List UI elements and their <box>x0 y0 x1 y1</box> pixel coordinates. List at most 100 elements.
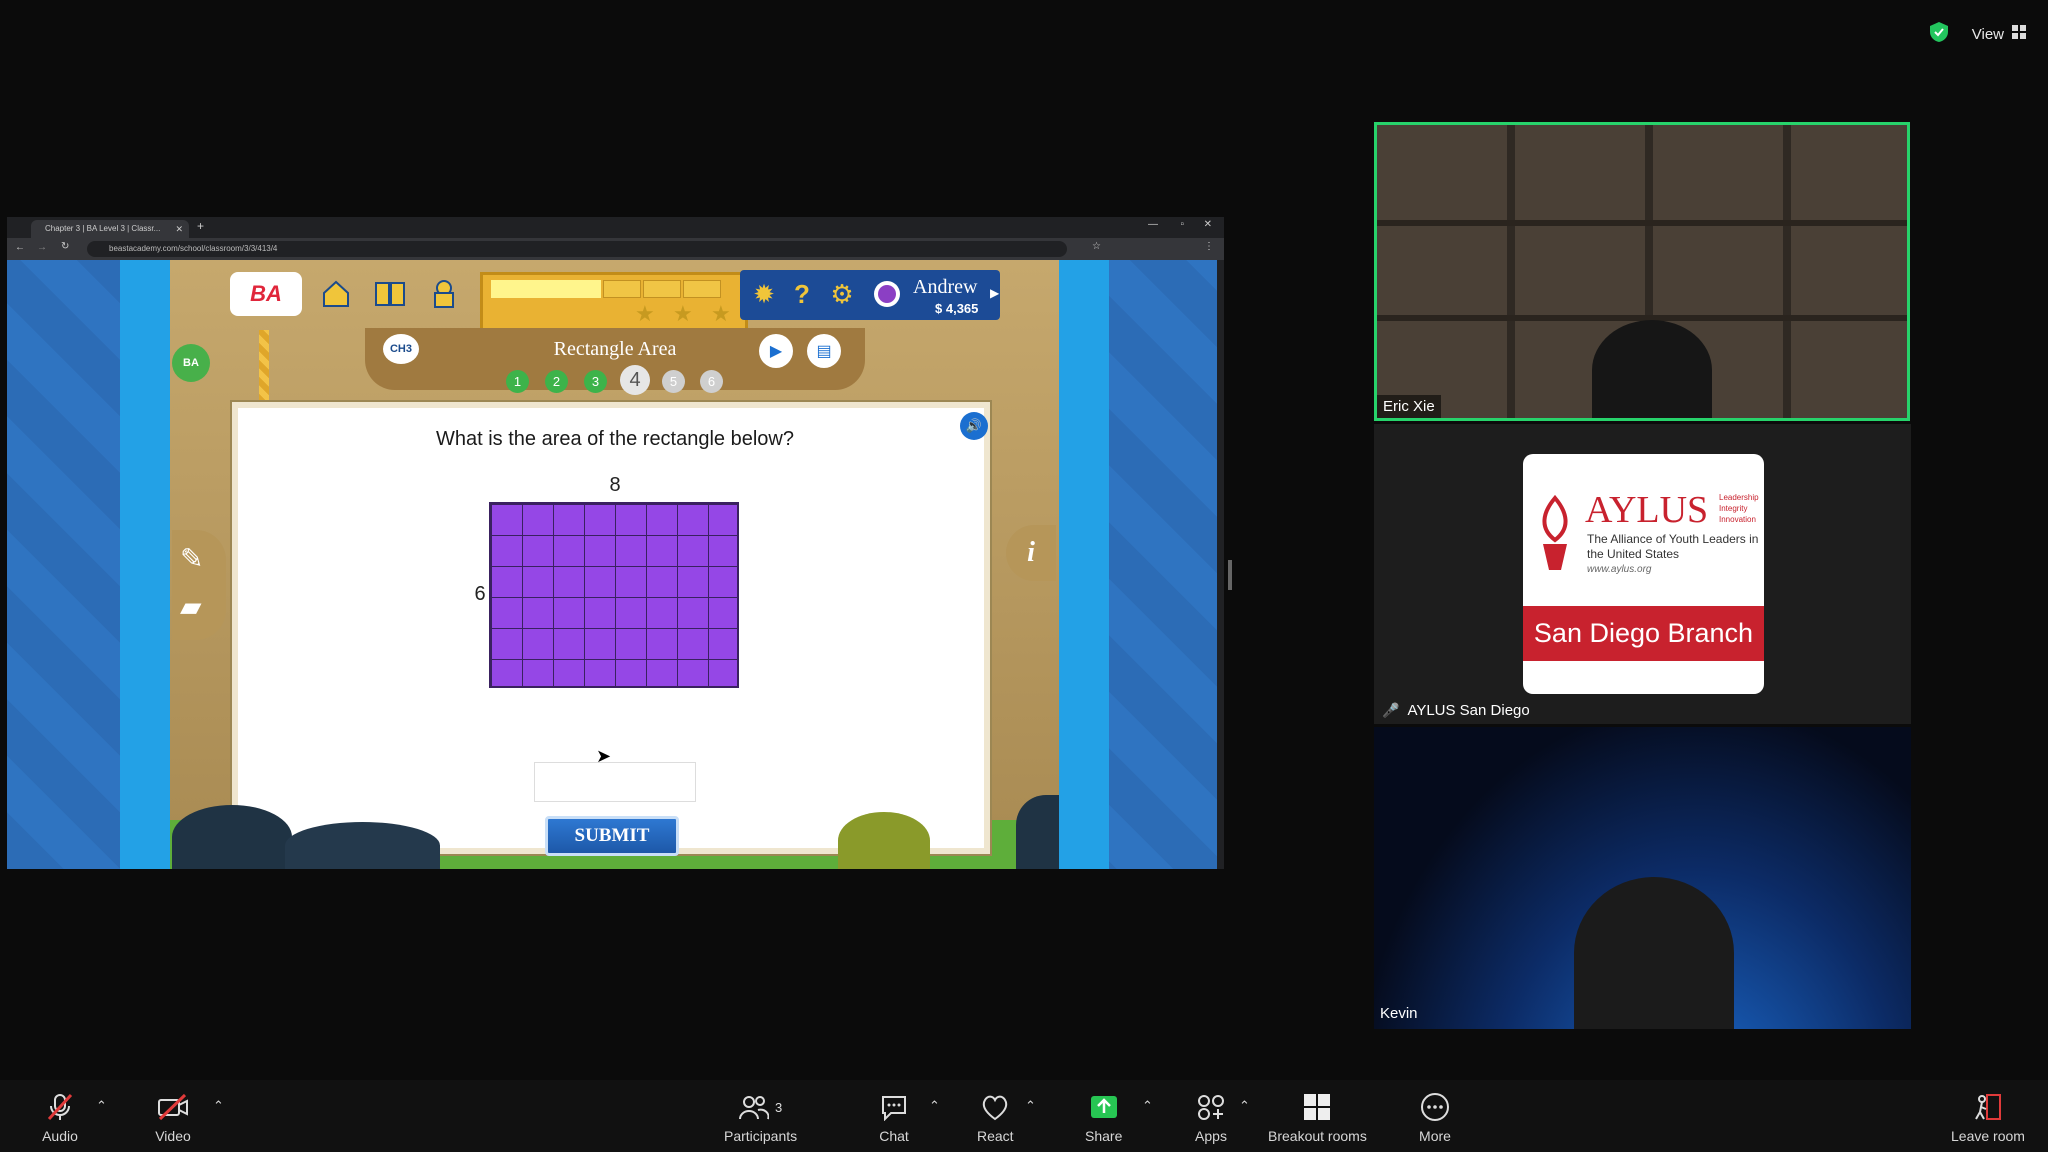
resize-handle[interactable] <box>1228 560 1232 590</box>
new-tab-icon[interactable]: + <box>197 219 204 233</box>
ba-logo-button[interactable]: BA <box>230 272 302 316</box>
progress-dot[interactable]: 3 <box>584 370 607 393</box>
user-expand-icon[interactable]: ▶ <box>990 286 999 300</box>
breakout-rooms-icon <box>1299 1092 1335 1122</box>
share-screen-icon <box>1086 1092 1122 1122</box>
restore-icon[interactable]: ▫ <box>1180 219 1184 230</box>
participant-name: Eric Xie <box>1377 395 1441 418</box>
chat-label: Chat <box>879 1128 909 1144</box>
browser-tab[interactable]: Chapter 3 | BA Level 3 | Classr... ✕ <box>31 220 189 238</box>
muted-mic-icon: 🎤 <box>1382 702 1400 718</box>
person-silhouette <box>1592 320 1712 418</box>
apps-button[interactable]: Apps <box>1193 1092 1229 1144</box>
answer-input[interactable] <box>534 762 696 802</box>
more-label: More <box>1419 1128 1451 1144</box>
progress-dot[interactable]: 5 <box>662 370 685 393</box>
audio-button[interactable]: 🔊 <box>960 412 988 440</box>
leave-icon <box>1970 1092 2006 1122</box>
participant-name: AYLUS San Diego <box>1407 702 1530 719</box>
rect-height-label: 6 <box>474 583 486 605</box>
shield-icon <box>1928 21 1950 48</box>
react-options-chevron-icon[interactable]: ⌃ <box>1025 1098 1036 1114</box>
tire-decoration <box>172 805 292 869</box>
browser-tab-title: Chapter 3 | BA Level 3 | Classr... <box>45 224 161 233</box>
coin-count: 4,365 <box>945 301 979 316</box>
chapter-badge[interactable]: CH3 <box>383 334 419 364</box>
ba-badge: BA <box>172 344 210 382</box>
forward-icon[interactable]: → <box>37 242 47 253</box>
avatar-icon[interactable] <box>869 276 905 312</box>
more-button[interactable]: More <box>1417 1092 1453 1144</box>
heart-icon <box>977 1092 1013 1122</box>
progress-segment <box>603 280 641 298</box>
info-icon: i <box>1027 537 1035 568</box>
reload-icon[interactable]: ↻ <box>61 241 69 252</box>
chapter-badge-text: CH3 <box>389 343 412 355</box>
video-button[interactable]: Video <box>155 1092 191 1144</box>
minimize-icon[interactable]: — <box>1148 219 1158 230</box>
ba-logo-text: BA <box>250 281 282 306</box>
tab-close-icon[interactable]: ✕ <box>175 220 183 238</box>
share-button[interactable]: Share <box>1085 1092 1122 1144</box>
play-icon: ▶ <box>769 343 783 360</box>
info-button[interactable]: i <box>1006 525 1056 581</box>
participant-tile-eric[interactable]: Eric Xie <box>1374 122 1910 421</box>
rect-width-label: 8 <box>609 474 621 496</box>
branch-banner: San Diego Branch <box>1523 606 1764 661</box>
eraser-icon[interactable]: ▰ <box>180 590 202 623</box>
breakout-rooms-label: Breakout rooms <box>1268 1128 1367 1144</box>
share-label: Share <box>1085 1128 1123 1144</box>
react-button[interactable]: React <box>977 1092 1014 1144</box>
bookmark-star-icon[interactable]: ☆ <box>1092 241 1101 252</box>
apps-options-chevron-icon[interactable]: ⌃ <box>1239 1098 1250 1114</box>
url-text: beastacademy.com/school/classroom/3/3/41… <box>109 244 278 253</box>
leave-room-button[interactable]: Leave room <box>1951 1092 2025 1144</box>
apps-icon <box>1193 1092 1229 1122</box>
progress-fill <box>491 280 601 298</box>
breakout-rooms-button[interactable]: Breakout rooms <box>1268 1092 1367 1144</box>
star-icon: ★ <box>635 301 655 326</box>
video-label: Video <box>155 1128 191 1144</box>
torch-icon <box>1531 494 1579 574</box>
help-icon[interactable]: ? <box>784 276 820 312</box>
participant-tile-kevin[interactable]: Kevin <box>1374 727 1911 1029</box>
aylus-logo-card: AYLUS Leadership Integrity Innovation Th… <box>1523 454 1764 694</box>
browser-address-bar: ← → ↻ beastacademy.com/school/classroom/… <box>7 238 1224 260</box>
video-options-chevron-icon[interactable]: ⌃ <box>213 1098 224 1114</box>
share-options-chevron-icon[interactable]: ⌃ <box>1142 1098 1153 1114</box>
lesson-book-button[interactable]: ▤ <box>807 334 841 368</box>
view-button[interactable]: View <box>1972 24 2026 44</box>
audio-options-chevron-icon[interactable]: ⌃ <box>96 1098 107 1114</box>
participants-button[interactable]: 3 Participants <box>724 1092 797 1144</box>
chat-options-chevron-icon[interactable]: ⌃ <box>929 1098 940 1114</box>
browser-menu-icon[interactable]: ⋮ <box>1204 241 1214 252</box>
video-off-icon <box>155 1092 191 1122</box>
badge-icon[interactable]: ✹ <box>746 276 782 312</box>
coin-icon: $ <box>935 301 943 316</box>
aylus-url: www.aylus.org <box>1587 564 1652 575</box>
participant-name: Kevin <box>1380 1005 1418 1022</box>
home-icon[interactable] <box>318 276 354 312</box>
star-progress-banner: ★ ★ ★ <box>480 272 748 333</box>
play-video-button[interactable]: ▶ <box>759 334 793 368</box>
progress-dot[interactable]: 2 <box>545 370 568 393</box>
back-icon[interactable]: ← <box>15 242 25 253</box>
pencil-icon[interactable]: ✎ <box>180 542 203 575</box>
progress-dot[interactable]: 6 <box>700 370 723 393</box>
puzzle-icon[interactable] <box>426 276 462 312</box>
shelf <box>1377 220 1907 226</box>
url-field[interactable]: beastacademy.com/school/classroom/3/3/41… <box>87 241 1067 257</box>
progress-dot-current[interactable]: 4 <box>620 365 650 395</box>
submit-button[interactable]: SUBMIT <box>545 816 679 856</box>
chat-button[interactable]: Chat <box>876 1092 912 1144</box>
gear-icon[interactable]: ⚙ <box>824 276 860 312</box>
participant-tile-aylus[interactable]: AYLUS Leadership Integrity Innovation Th… <box>1374 424 1911 724</box>
audio-button[interactable]: Audio <box>42 1092 78 1144</box>
close-window-icon[interactable]: ✕ <box>1204 219 1212 230</box>
submit-label: SUBMIT <box>574 825 650 846</box>
progress-segment <box>683 280 721 298</box>
book-icon[interactable] <box>372 276 408 312</box>
participants-count: 3 <box>774 1099 783 1115</box>
progress-dot[interactable]: 1 <box>506 370 529 393</box>
person-silhouette <box>1574 877 1734 1029</box>
